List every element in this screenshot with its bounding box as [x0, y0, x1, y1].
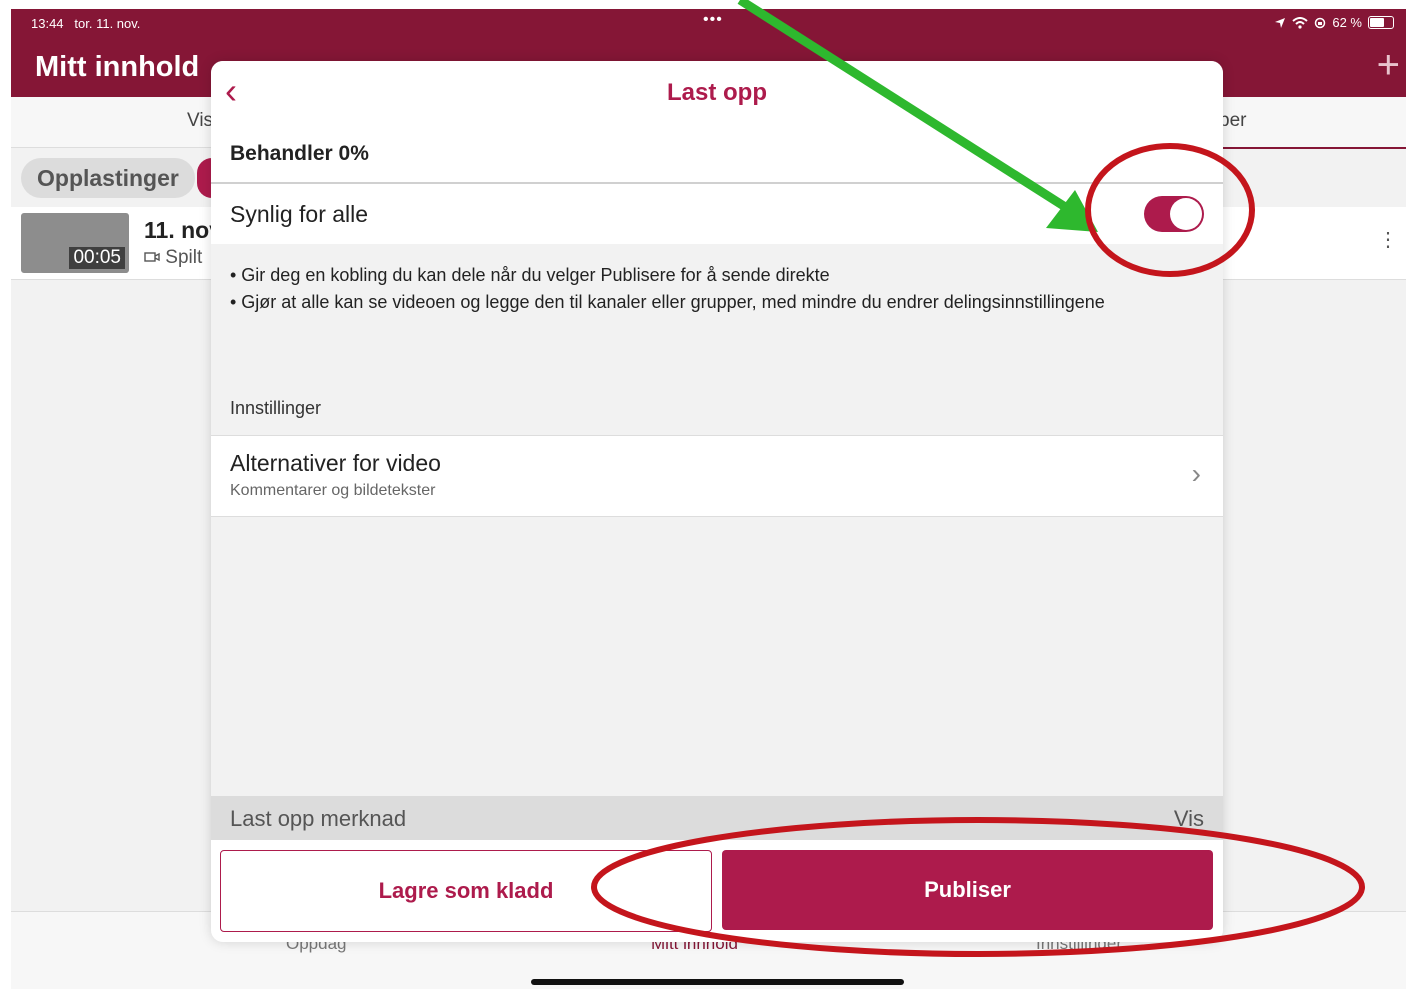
wifi-icon	[1292, 16, 1309, 29]
status-time: 13:44 tor. 11. nov.	[31, 16, 141, 31]
upload-modal: ‹ Last opp Behandler 0% Synlig for alle …	[211, 61, 1223, 942]
video-thumbnail[interactable]: 00:05	[21, 213, 129, 273]
visibility-toggle[interactable]	[1144, 196, 1204, 232]
modal-footer: Lagre som kladd Publiser	[211, 840, 1223, 942]
visibility-description: • Gir deg en kobling du kan dele når du …	[230, 262, 1105, 316]
toggle-knob	[1170, 198, 1202, 230]
upload-note-row: Last opp merknad Vis	[211, 796, 1223, 840]
add-icon[interactable]: +	[1377, 43, 1400, 88]
video-camera-icon	[144, 252, 160, 262]
battery-percent: 62 %	[1332, 15, 1362, 30]
video-options-subtitle: Kommentarer og bildetekster	[230, 482, 436, 499]
upload-note-show-link[interactable]: Vis	[1174, 806, 1204, 832]
settings-section-header: Innstillinger	[230, 398, 322, 418]
modal-title: Last opp	[667, 79, 767, 106]
battery-icon	[1368, 16, 1394, 29]
status-bar: 13:44 tor. 11. nov. ••• 62 %	[11, 9, 1406, 39]
more-icon[interactable]: ⋮	[1378, 227, 1398, 252]
processing-label: Behandler 0%	[230, 142, 369, 165]
multitask-dots[interactable]: •••	[703, 11, 723, 29]
visibility-row: Synlig for alle	[211, 184, 1223, 244]
rotation-lock-icon	[1315, 17, 1326, 28]
filter-chip-uploads[interactable]: Opplastinger	[21, 158, 195, 198]
video-options-row[interactable]: Alternativer for video Kommentarer og bi…	[211, 435, 1223, 517]
page-title: Mitt innhold	[35, 51, 200, 83]
status-icons: 62 %	[1274, 15, 1394, 30]
modal-header: ‹ Last opp	[211, 61, 1223, 124]
save-draft-button[interactable]: Lagre som kladd	[220, 850, 712, 932]
tab-underline	[1206, 147, 1406, 149]
description-line-2: • Gjør at alle kan se videoen og legge d…	[230, 292, 1105, 312]
upload-note-label: Last opp merknad	[230, 806, 407, 831]
video-subtitle: Spilt	[144, 247, 202, 269]
location-icon	[1275, 17, 1286, 28]
publish-button[interactable]: Publiser	[722, 850, 1213, 930]
processing-status: Behandler 0%	[211, 124, 1223, 184]
description-line-1: • Gir deg en kobling du kan dele når du …	[230, 265, 830, 285]
tab-left[interactable]: Vis	[187, 110, 213, 132]
video-duration: 00:05	[69, 247, 125, 269]
video-options-title: Alternativer for video	[230, 450, 441, 476]
visibility-label: Synlig for alle	[230, 201, 369, 227]
chevron-right-icon: ›	[1191, 458, 1201, 489]
home-indicator[interactable]	[531, 979, 904, 985]
tab-right[interactable]: per	[1219, 110, 1246, 132]
